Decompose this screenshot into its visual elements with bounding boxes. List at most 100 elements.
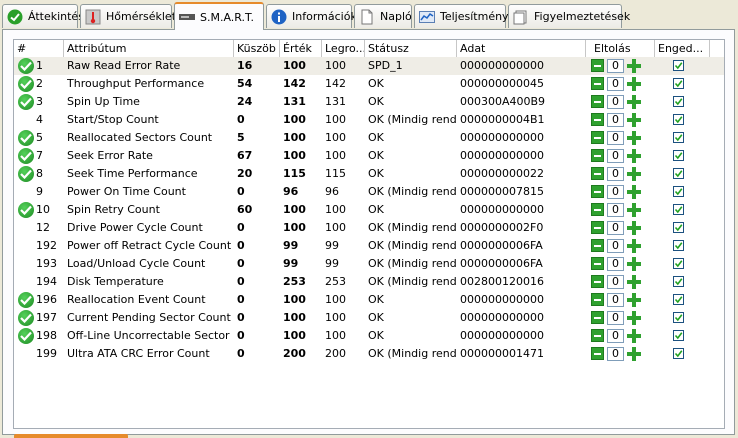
table-row[interactable]: 4 Start/Stop Count 0 100 100 OK (Mindig rendb…	[14, 111, 724, 129]
increment-offset-button[interactable]	[627, 347, 641, 361]
decrement-offset-button[interactable]	[591, 113, 604, 126]
offset-value[interactable]: 0	[607, 149, 624, 163]
enabled-checkbox[interactable]	[673, 78, 684, 89]
offset-value[interactable]: 0	[607, 185, 624, 199]
offset-value[interactable]: 0	[607, 95, 624, 109]
table-row[interactable]: 9 Power On Time Count 0 96 96 OK (Mindig rend…	[14, 183, 724, 201]
enabled-checkbox[interactable]	[673, 60, 684, 71]
table-row[interactable]: 193 Load/Unload Cycle Count 0 99 99 OK (Mindi…	[14, 255, 724, 273]
increment-offset-button[interactable]	[627, 203, 641, 217]
offset-value[interactable]: 0	[607, 329, 624, 343]
table-row[interactable]: 3 Spin Up Time 24 131 131 OK 000300A400B9 0	[14, 93, 724, 111]
decrement-offset-button[interactable]	[591, 203, 604, 216]
decrement-offset-button[interactable]	[591, 221, 604, 234]
offset-value[interactable]: 0	[607, 347, 624, 361]
column-header-data[interactable]: Adat	[457, 40, 586, 57]
tab-alerts[interactable]: Figyelmeztetések	[508, 4, 630, 28]
increment-offset-button[interactable]	[627, 77, 641, 91]
offset-value[interactable]: 0	[607, 311, 624, 325]
increment-offset-button[interactable]	[627, 131, 641, 145]
enabled-checkbox[interactable]	[673, 222, 684, 233]
decrement-offset-button[interactable]	[591, 347, 604, 360]
decrement-offset-button[interactable]	[591, 95, 604, 108]
table-row[interactable]: 1 Raw Read Error Rate 16 100 100 SPD_1 0000000…	[14, 57, 724, 75]
decrement-offset-button[interactable]	[591, 131, 604, 144]
column-header-id[interactable]: #	[14, 40, 64, 57]
enabled-checkbox[interactable]	[673, 96, 684, 107]
decrement-offset-button[interactable]	[591, 77, 604, 90]
enabled-checkbox[interactable]	[673, 330, 684, 341]
enabled-checkbox[interactable]	[673, 258, 684, 269]
decrement-offset-button[interactable]	[591, 185, 604, 198]
increment-offset-button[interactable]	[627, 113, 641, 127]
increment-offset-button[interactable]	[627, 311, 641, 325]
increment-offset-button[interactable]	[627, 95, 641, 109]
offset-value[interactable]: 0	[607, 77, 624, 91]
increment-offset-button[interactable]	[627, 329, 641, 343]
table-row[interactable]: 12 Drive Power Cycle Count 0 100 100 OK (Mind…	[14, 219, 724, 237]
offset-value[interactable]: 0	[607, 131, 624, 145]
decrement-offset-button[interactable]	[591, 149, 604, 162]
offset-value[interactable]: 0	[607, 257, 624, 271]
enabled-checkbox[interactable]	[673, 132, 684, 143]
decrement-offset-button[interactable]	[591, 167, 604, 180]
offset-value[interactable]: 0	[607, 221, 624, 235]
tab-log[interactable]: Napló	[354, 4, 412, 28]
offset-value[interactable]: 0	[607, 59, 624, 73]
table-row[interactable]: 196 Reallocation Event Count 0 100 100 OK 0000…	[14, 291, 724, 309]
table-row[interactable]: 192 Power off Retract Cycle Count 0 99 99 OK …	[14, 237, 724, 255]
table-row[interactable]: 197 Current Pending Sector Count 0 100 100 OK…	[14, 309, 724, 327]
increment-offset-button[interactable]	[627, 149, 641, 163]
decrement-offset-button[interactable]	[591, 239, 604, 252]
enabled-checkbox[interactable]	[673, 186, 684, 197]
enabled-checkbox[interactable]	[673, 312, 684, 323]
decrement-offset-button[interactable]	[591, 257, 604, 270]
offset-value[interactable]: 0	[607, 293, 624, 307]
decrement-offset-button[interactable]	[591, 275, 604, 288]
decrement-offset-button[interactable]	[591, 59, 604, 72]
enabled-checkbox[interactable]	[673, 276, 684, 287]
column-header-threshold[interactable]: Küszöb	[234, 40, 280, 57]
decrement-offset-button[interactable]	[591, 293, 604, 306]
decrement-offset-button[interactable]	[591, 311, 604, 324]
increment-offset-button[interactable]	[627, 221, 641, 235]
table-row[interactable]: 194 Disk Temperature 0 253 253 OK (Mindig ren…	[14, 273, 724, 291]
table-row[interactable]: 198 Off-Line Uncorrectable Sector Co... 0 1…	[14, 327, 724, 345]
increment-offset-button[interactable]	[627, 275, 641, 289]
increment-offset-button[interactable]	[627, 257, 641, 271]
offset-value[interactable]: 0	[607, 203, 624, 217]
column-header-worst[interactable]: Legro...	[322, 40, 365, 57]
tab-smart[interactable]: S.M.A.R.T.	[174, 2, 264, 30]
decrement-offset-button[interactable]	[591, 329, 604, 342]
table-row[interactable]: 199 Ultra ATA CRC Error Count 0 200 200 OK (M…	[14, 345, 724, 363]
enabled-checkbox[interactable]	[673, 150, 684, 161]
tab-overview[interactable]: Áttekintés	[2, 4, 84, 28]
tab-temperature[interactable]: Hőmérséklet	[80, 4, 176, 28]
offset-value[interactable]: 0	[607, 275, 624, 289]
enabled-checkbox[interactable]	[673, 240, 684, 251]
enabled-checkbox[interactable]	[673, 168, 684, 179]
increment-offset-button[interactable]	[627, 293, 641, 307]
offset-value[interactable]: 0	[607, 239, 624, 253]
column-header-enabled[interactable]: Enged...	[655, 40, 710, 57]
enabled-checkbox[interactable]	[673, 294, 684, 305]
offset-value[interactable]: 0	[607, 113, 624, 127]
enabled-checkbox[interactable]	[673, 348, 684, 359]
table-row[interactable]: 5 Reallocated Sectors Count 5 100 100 OK 00000…	[14, 129, 724, 147]
column-header-status[interactable]: Státusz	[365, 40, 457, 57]
enabled-checkbox[interactable]	[673, 114, 684, 125]
increment-offset-button[interactable]	[627, 59, 641, 73]
table-row[interactable]: 8 Seek Time Performance 20 115 115 OK 00000000…	[14, 165, 724, 183]
increment-offset-button[interactable]	[627, 185, 641, 199]
table-row[interactable]: 2 Throughput Performance 54 142 142 OK 0000000…	[14, 75, 724, 93]
column-header-offset[interactable]: Eltolás	[586, 40, 655, 57]
enabled-checkbox[interactable]	[673, 204, 684, 215]
increment-offset-button[interactable]	[627, 167, 641, 181]
column-header-value[interactable]: Érték	[280, 40, 322, 57]
tab-performance[interactable]: Teljesítmény	[414, 4, 509, 28]
increment-offset-button[interactable]	[627, 239, 641, 253]
table-row[interactable]: 10 Spin Retry Count 60 100 100 OK 000000000000…	[14, 201, 724, 219]
tab-information[interactable]: Információk	[266, 4, 357, 28]
offset-value[interactable]: 0	[607, 167, 624, 181]
column-header-attribute[interactable]: Attribútum	[64, 40, 234, 57]
